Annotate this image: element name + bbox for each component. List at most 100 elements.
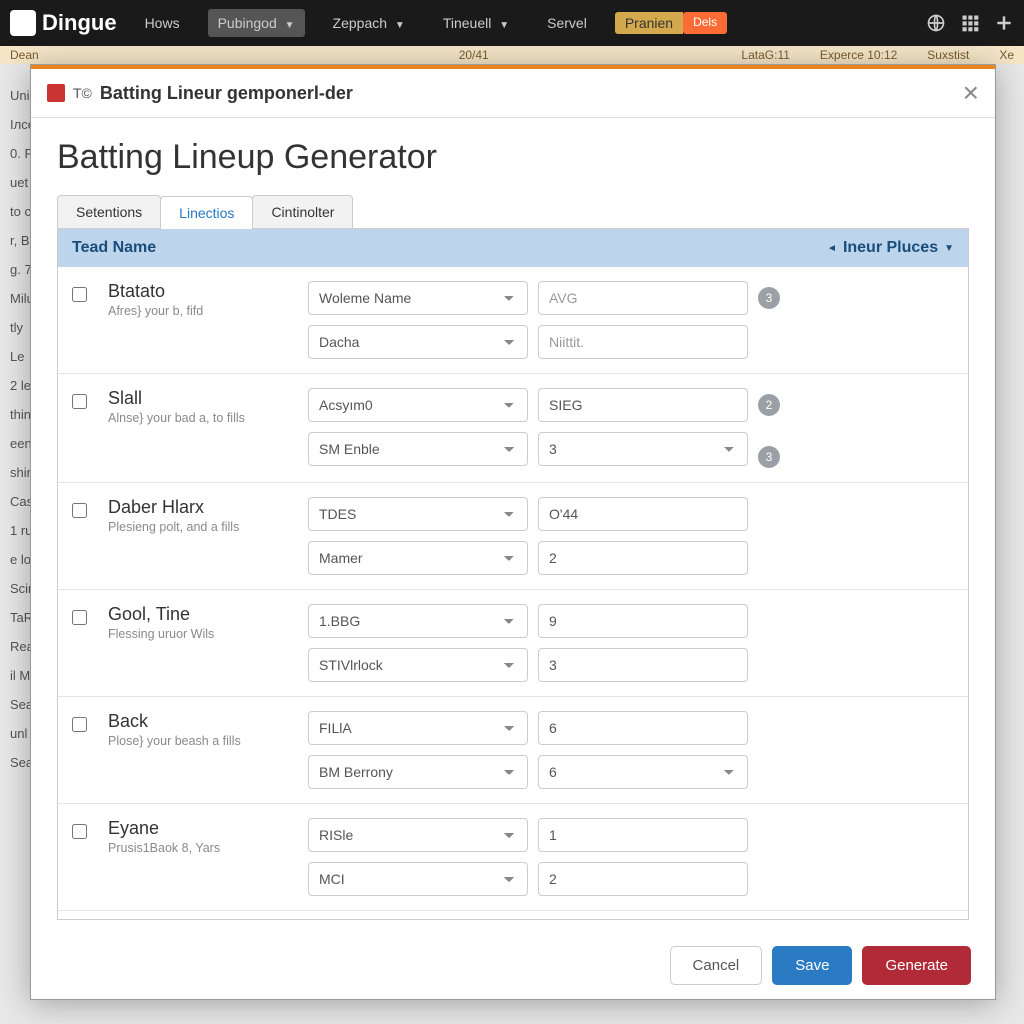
logo-icon — [10, 10, 36, 36]
player-select-1[interactable]: FILlA — [308, 711, 528, 745]
player-checkbox[interactable] — [72, 824, 87, 839]
player-name: Eyane — [108, 818, 298, 839]
title-prefix: T© — [73, 85, 92, 101]
player-input-2[interactable] — [538, 325, 748, 359]
player-select-2[interactable]: BM Berrony — [308, 755, 528, 789]
nav-item-2[interactable]: Zeppach ▼ — [323, 9, 415, 37]
modal-body: Batting Lineup Generator Setentions Line… — [31, 118, 995, 932]
secbar-right-2: Suxstist — [927, 48, 969, 62]
player-checkbox[interactable] — [72, 717, 87, 732]
player-name: Gool, Tine — [108, 604, 298, 625]
generate-button[interactable]: Generate — [862, 946, 971, 985]
plus-icon[interactable] — [994, 13, 1014, 33]
secbar-left-0: Dean — [10, 48, 39, 62]
secbar-right-1: Experce 10:12 — [820, 48, 897, 62]
player-row: Btatato Afres} your b, fifd Woleme Name Dac… — [58, 267, 968, 374]
panel-header-right-group[interactable]: ◄ Ineur Pluces ▼ — [827, 239, 954, 257]
player-input-1[interactable] — [538, 711, 748, 745]
player-input-1[interactable] — [538, 497, 748, 531]
player-desc: Plose} your beash a fills — [108, 734, 298, 748]
count-badge: 3 — [758, 287, 780, 309]
tab-cintinolter[interactable]: Cintinolter — [252, 195, 353, 228]
player-select-1[interactable]: TDES — [308, 497, 528, 531]
chevron-down-icon: ▼ — [285, 20, 295, 31]
grid-icon[interactable] — [960, 13, 980, 33]
secbar-right-3: Xe — [999, 48, 1014, 62]
pill-left: Pranien — [615, 12, 683, 34]
player-input-2[interactable] — [538, 648, 748, 682]
cancel-button[interactable]: Cancel — [670, 946, 763, 985]
save-button[interactable]: Save — [772, 946, 852, 985]
close-icon[interactable]: × — [963, 79, 979, 107]
count-badge: 2 — [758, 394, 780, 416]
logo-text: Dingue — [42, 10, 117, 36]
player-input-2[interactable] — [538, 862, 748, 896]
nav-item-1-label: Pubingod — [218, 15, 277, 31]
modal-titlebar: T© Batting Lineur gemponerl-der × — [31, 69, 995, 118]
app-small-icon — [47, 84, 65, 102]
badge-column: 3 — [758, 281, 804, 309]
player-desc: Flessing uruor Wils — [108, 627, 298, 641]
count-badge: 3 — [758, 446, 780, 468]
page-title: Batting Lineup Generator — [57, 138, 969, 177]
player-input-1[interactable] — [538, 818, 748, 852]
player-select-1[interactable]: RISle — [308, 818, 528, 852]
player-input-2[interactable] — [538, 541, 748, 575]
player-input-2[interactable]: 6 — [538, 755, 748, 789]
player-desc: Afres} your b, fifd — [108, 304, 298, 318]
top-nav: Dingue Hows Pubingod ▼ Zeppach ▼ Tineuel… — [0, 0, 1024, 46]
player-rows-container: Btatato Afres} your b, fifd Woleme Name Dac… — [58, 267, 968, 920]
globe-icon[interactable] — [926, 13, 946, 33]
tab-linectios[interactable]: Linectios — [160, 196, 253, 229]
tab-bar: Setentions Linectios Cintinolter — [57, 195, 969, 229]
player-select-1[interactable]: Woleme Name — [308, 281, 528, 315]
player-select-1[interactable]: 1.BBG — [308, 604, 528, 638]
pill-right: Dels — [683, 12, 727, 34]
player-select-2[interactable]: Mamer — [308, 541, 528, 575]
nav-right — [926, 13, 1014, 33]
player-input-1[interactable] — [538, 281, 748, 315]
player-row: Eyane Prusis1Baok 8, Yars RISle MCI — [58, 804, 968, 911]
player-row: Seep Noter.NPV — [58, 911, 968, 920]
player-desc: Prusis1Baok 8, Yars — [108, 841, 298, 855]
player-checkbox[interactable] — [72, 503, 87, 518]
nav-item-3[interactable]: Tineuell ▼ — [433, 9, 519, 37]
nav-item-3-label: Tineuell — [443, 15, 492, 31]
player-row: Gool, Tine Flessing uruor Wils 1.BBG STIVlr… — [58, 590, 968, 697]
chevron-down-icon: ▼ — [395, 20, 405, 31]
players-panel: Tead Name ◄ Ineur Pluces ▼ Btatato Afres}… — [57, 229, 969, 920]
app-logo[interactable]: Dingue — [10, 10, 117, 36]
nav-item-0[interactable]: Hows — [135, 9, 190, 37]
panel-header-left: Tead Name — [72, 239, 156, 257]
panel-header: Tead Name ◄ Ineur Pluces ▼ — [58, 229, 968, 267]
chevron-left-icon: ◄ — [827, 243, 837, 254]
secbar-left-1: 20/41 — [459, 48, 489, 62]
chevron-down-icon: ▼ — [499, 20, 509, 31]
player-checkbox[interactable] — [72, 394, 87, 409]
nav-item-1[interactable]: Pubingod ▼ — [208, 9, 305, 37]
nav-item-4[interactable]: Servel — [537, 9, 597, 37]
player-select-2[interactable]: Dacha — [308, 325, 528, 359]
player-checkbox[interactable] — [72, 610, 87, 625]
secbar-right-0: LataG:11 — [741, 48, 789, 62]
player-checkbox[interactable] — [72, 287, 87, 302]
nav-pill[interactable]: Pranien Dels — [615, 12, 727, 34]
player-row: BackPlose} your beash a fillsFILlABM Ber… — [58, 697, 968, 804]
modal-footer: Cancel Save Generate — [31, 932, 995, 999]
player-input-1[interactable] — [538, 388, 748, 422]
secondary-bar: Dean 20/41 LataG:11 Experce 10:12 Suxsti… — [0, 46, 1024, 64]
modal-title-small: Batting Lineur gemponerl-der — [100, 83, 353, 104]
panel-header-right: Ineur Pluces — [843, 239, 938, 257]
player-row: SlallAlnse} your bad a, to fillsAcsyım0S… — [58, 374, 968, 483]
tab-setentions[interactable]: Setentions — [57, 195, 161, 228]
player-select-2[interactable]: SM Enble — [308, 432, 528, 466]
nav-item-2-label: Zeppach — [333, 15, 387, 31]
player-input-2[interactable]: 3 — [538, 432, 748, 466]
player-input-1[interactable] — [538, 604, 748, 638]
player-select-1[interactable]: Acsyım0 — [308, 388, 528, 422]
player-select-2[interactable]: STIVlrlock — [308, 648, 528, 682]
lineup-modal: T© Batting Lineur gemponerl-der × Battin… — [30, 64, 996, 1000]
player-desc: Plesieng polt, and a fills — [108, 520, 298, 534]
player-select-2[interactable]: MCI — [308, 862, 528, 896]
player-name: Btatato — [108, 281, 298, 302]
